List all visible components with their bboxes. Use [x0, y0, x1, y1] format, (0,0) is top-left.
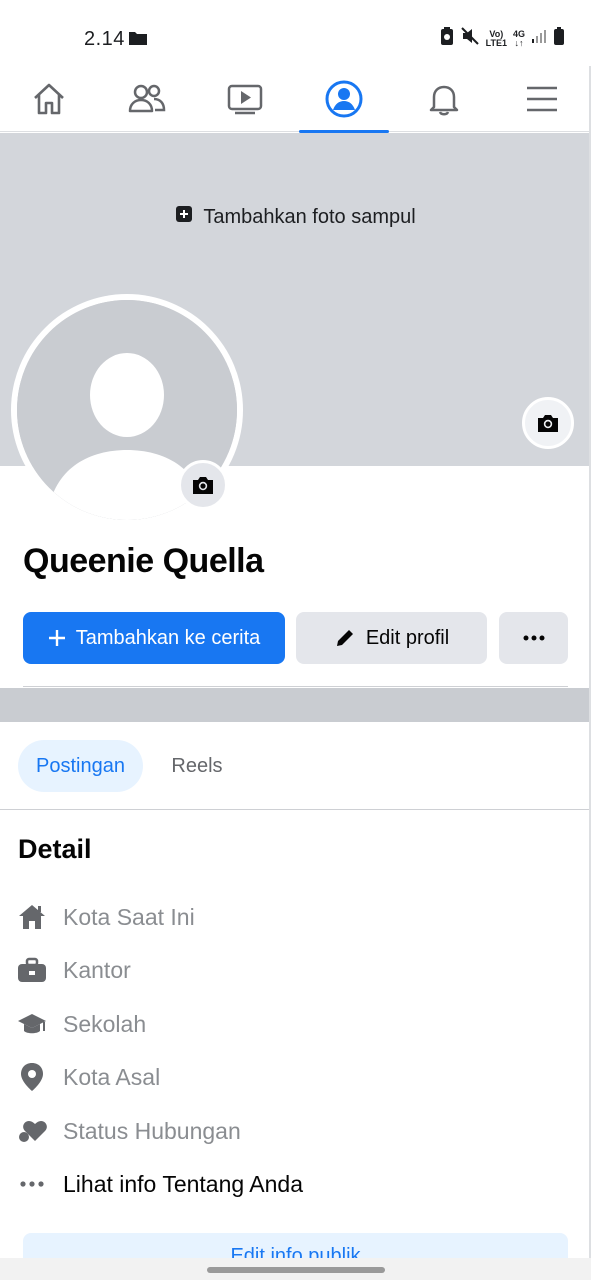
pencil-icon	[336, 630, 353, 646]
video-icon	[227, 84, 263, 115]
status-bar: 2.14 Vo) LTE1 4G ↓↑	[0, 0, 591, 66]
volte-indicator: Vo) LTE1	[485, 28, 507, 48]
tab-posts[interactable]: Postingan	[18, 740, 143, 792]
signal-icon	[531, 28, 547, 49]
detail-workplace[interactable]: Kantor	[16, 950, 576, 990]
detail-relationship[interactable]: Status Hubungan	[16, 1111, 576, 1151]
location-pin-icon	[16, 1061, 48, 1093]
detail-label: Kota Asal	[63, 1063, 161, 1090]
friends-tab[interactable]	[102, 66, 192, 132]
home-tab[interactable]	[4, 66, 94, 132]
battery-icon	[553, 26, 565, 51]
home-indicator[interactable]	[207, 1267, 385, 1273]
more-dots-icon	[16, 1168, 48, 1200]
detail-see-about[interactable]: Lihat info Tentang Anda	[16, 1164, 576, 1204]
add-cover-photo-button[interactable]: Tambahkan foto sampul	[0, 205, 591, 229]
plus-icon	[48, 630, 65, 646]
profile-tab[interactable]	[299, 66, 389, 133]
add-photo-icon	[175, 205, 193, 229]
mute-icon	[460, 26, 480, 51]
add-cover-photo-label: Tambahkan foto sampul	[203, 205, 416, 228]
profile-camera-button[interactable]	[178, 460, 228, 510]
detail-label: Status Hubungan	[63, 1117, 241, 1144]
house-icon	[16, 901, 48, 933]
details-title: Detail	[18, 834, 92, 864]
add-to-story-button[interactable]: Tambahkan ke cerita	[23, 612, 285, 664]
notifications-tab[interactable]	[399, 66, 489, 132]
menu-icon	[527, 86, 557, 112]
detail-label: Kota Saat Ini	[63, 903, 195, 930]
heart-icon	[16, 1115, 48, 1147]
friends-icon	[128, 84, 166, 113]
briefcase-icon	[16, 954, 48, 986]
divider	[23, 686, 568, 687]
detail-label: Kantor	[63, 956, 131, 983]
detail-label: Sekolah	[63, 1010, 147, 1037]
profile-name: Queenie Quella	[23, 542, 264, 580]
detail-hometown[interactable]: Kota Asal	[16, 1057, 576, 1097]
more-options-button[interactable]	[499, 612, 568, 664]
camera-icon	[193, 477, 213, 494]
detail-school[interactable]: Sekolah	[16, 1004, 576, 1044]
battery-saver-icon	[440, 26, 454, 51]
graduation-cap-icon	[16, 1008, 48, 1040]
edit-profile-label: Edit profil	[365, 626, 450, 649]
edit-profile-button[interactable]: Edit profil	[296, 612, 487, 664]
status-time: 2.14	[84, 28, 125, 50]
menu-tab[interactable]	[497, 66, 587, 132]
folder-icon	[128, 30, 148, 51]
profile-icon	[325, 80, 363, 118]
cover-camera-button[interactable]	[522, 397, 574, 449]
more-dots-icon	[523, 635, 544, 641]
camera-icon	[538, 415, 558, 432]
home-icon	[34, 83, 64, 115]
add-to-story-label: Tambahkan ke cerita	[75, 626, 261, 649]
detail-label: Lihat info Tentang Anda	[63, 1170, 304, 1197]
profile-tabs: Postingan Reels	[0, 722, 591, 810]
detail-current-city[interactable]: Kota Saat Ini	[16, 897, 576, 937]
tab-reels[interactable]: Reels	[160, 740, 234, 792]
status-indicators: Vo) LTE1 4G ↓↑	[440, 26, 565, 51]
data-indicator: 4G ↓↑	[512, 28, 525, 48]
top-navigation	[0, 66, 591, 133]
video-tab[interactable]	[200, 66, 290, 132]
bell-icon	[429, 85, 459, 116]
section-separator	[0, 688, 591, 722]
